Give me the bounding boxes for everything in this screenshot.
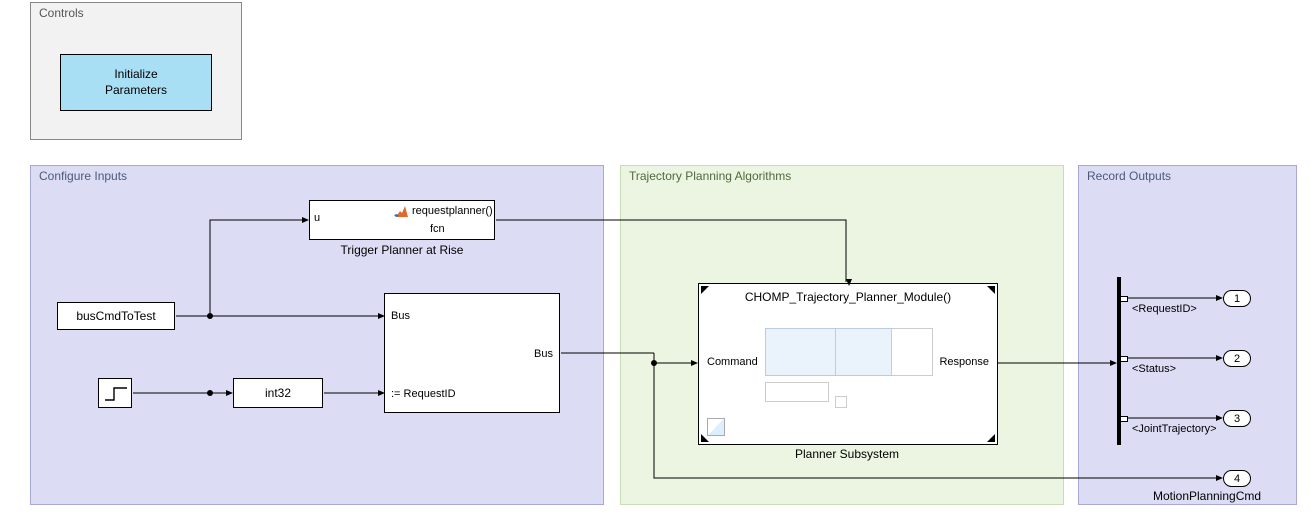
outport-3-num: 3 — [1234, 413, 1240, 425]
outport-1[interactable]: 1 — [1223, 290, 1251, 307]
planner-port-command: Command — [707, 356, 758, 368]
outport-4-num: 4 — [1234, 473, 1240, 485]
planner-thumbnail — [765, 314, 935, 424]
bus-selector-nub — [1121, 416, 1128, 422]
buscmd-text: busCmdToTest — [76, 309, 155, 323]
bus-assign-out: Bus — [534, 348, 553, 360]
bus-assignment-block[interactable]: Bus := RequestID Bus — [384, 293, 560, 413]
signal-jointtrajectory: <JointTrajectory> — [1132, 423, 1217, 435]
matlab-icon — [394, 205, 410, 219]
bus-assign-in2: := RequestID — [391, 388, 456, 400]
outport-3[interactable]: 3 — [1223, 410, 1251, 427]
planner-subsystem-block[interactable]: CHOMP_Trajectory_Planner_Module() Comman… — [698, 283, 998, 445]
outport-4[interactable]: 4 — [1223, 470, 1251, 487]
planner-title: CHOMP_Trajectory_Planner_Module() — [699, 290, 997, 304]
trigger-planner-block[interactable]: u requestplanner() fcn — [309, 200, 495, 240]
int32-block[interactable]: int32 — [233, 378, 323, 408]
planner-subsystem-label: Planner Subsystem — [698, 447, 996, 461]
signal-status: <Status> — [1132, 363, 1176, 375]
diagram-canvas: Controls InitializeParameters Configure … — [0, 0, 1316, 518]
bus-selector-nub — [1121, 296, 1128, 302]
trigger-fcn-sub: fcn — [430, 223, 445, 235]
trigger-port-u: u — [314, 212, 320, 224]
initialize-parameters-button[interactable]: InitializeParameters — [60, 54, 212, 111]
outport-1-num: 1 — [1234, 293, 1240, 305]
region-record-title: Record Outputs — [1087, 169, 1171, 183]
outport-2-num: 2 — [1234, 353, 1240, 365]
signal-requestid: <RequestID> — [1132, 303, 1197, 315]
step-source-block[interactable] — [98, 378, 132, 408]
init-button-text: InitializeParameters — [105, 67, 167, 98]
trigger-planner-label: Trigger Planner at Rise — [309, 243, 495, 257]
buscmd-block[interactable]: busCmdToTest — [57, 302, 175, 330]
region-trajectory-title: Trajectory Planning Algorithms — [629, 169, 791, 183]
planner-port-response: Response — [939, 356, 989, 368]
region-configure-title: Configure Inputs — [39, 169, 127, 183]
region-controls-title: Controls — [39, 6, 84, 20]
outport-2[interactable]: 2 — [1223, 350, 1251, 367]
model-reference-icon — [707, 418, 725, 436]
trigger-fcn-name: requestplanner() — [412, 205, 493, 217]
outport-4-label: MotionPlanningCmd — [1127, 489, 1287, 503]
bus-selector-nub — [1121, 356, 1128, 362]
int32-text: int32 — [265, 386, 291, 400]
region-record-outputs: Record Outputs — [1078, 165, 1297, 505]
step-icon — [104, 386, 128, 402]
bus-assign-in1: Bus — [391, 310, 410, 322]
